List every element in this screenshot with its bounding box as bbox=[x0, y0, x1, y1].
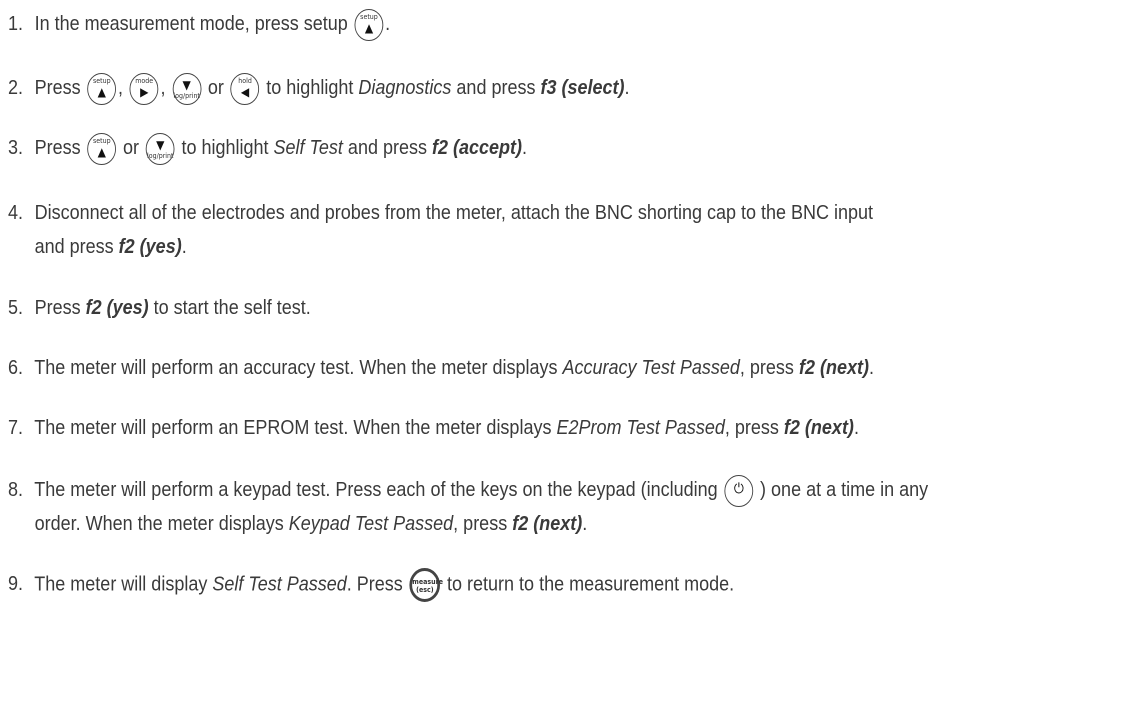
display-message: Self Test Passed bbox=[212, 573, 347, 596]
step-text: and press bbox=[456, 77, 536, 99]
hold-left-key-icon: hold ◀ bbox=[230, 72, 260, 105]
mode-right-key-icon: mode ▶ bbox=[129, 72, 159, 105]
softkey-name: f2 (accept) bbox=[431, 137, 523, 159]
step-text: . bbox=[868, 357, 874, 379]
softkey-name: f3 (select) bbox=[540, 77, 625, 99]
procedure-page: 1. In the measurement mode, press setup … bbox=[0, 0, 1144, 708]
softkey-name: f2 (next) bbox=[798, 357, 869, 379]
key-label: setup bbox=[360, 12, 378, 21]
step-text: The meter will display bbox=[34, 573, 208, 596]
step-text: The meter will perform an accuracy test.… bbox=[34, 357, 558, 379]
step-3: 3. Press setup ▲ or ▼ log/print to highl… bbox=[8, 132, 1025, 165]
step-text: ) one at a time in any bbox=[760, 479, 929, 501]
step-text: . bbox=[181, 236, 187, 258]
logprint-down-key-icon: ▼ log/print bbox=[145, 132, 175, 165]
setup-up-key-icon: setup ▲ bbox=[87, 132, 117, 165]
left-arrow-icon: ◀ bbox=[240, 84, 250, 99]
down-arrow-icon: ▼ bbox=[156, 137, 165, 152]
step-4-continued: and press f2 (yes). bbox=[8, 231, 1025, 263]
step-9: 9. The meter will display Self Test Pass… bbox=[8, 568, 1025, 602]
step-2: 2. Press setup ▲ , mode ▶ , ▼ log/print … bbox=[8, 72, 1025, 105]
step-8-continued: order. When the meter displays Keypad Te… bbox=[8, 508, 1025, 540]
step-number: 7. bbox=[8, 417, 24, 439]
key-label: log/print bbox=[173, 91, 200, 100]
measure-esc-key-icon: measure (esc) bbox=[409, 568, 444, 602]
down-arrow-icon: ▼ bbox=[182, 77, 191, 92]
step-number: 3. bbox=[8, 137, 24, 159]
step-text: . bbox=[582, 513, 588, 535]
step-7: 7. The meter will perform an EPROM test.… bbox=[8, 412, 1025, 444]
step-number: 2. bbox=[8, 77, 24, 99]
setup-up-key-icon: setup ▲ bbox=[354, 8, 384, 41]
step-1: 1. In the measurement mode, press setup … bbox=[8, 8, 1025, 41]
step-6: 6. The meter will perform an accuracy te… bbox=[8, 352, 1025, 384]
step-text: In the measurement mode, press setup bbox=[34, 13, 348, 35]
up-arrow-icon: ▲ bbox=[97, 84, 106, 99]
display-message: Keypad Test Passed bbox=[288, 513, 454, 535]
key-label: (esc) bbox=[416, 586, 434, 594]
step-text: Press bbox=[34, 297, 81, 319]
key-label: hold bbox=[238, 76, 252, 85]
step-text: order. When the meter displays bbox=[34, 513, 284, 535]
softkey-name: f2 (yes) bbox=[85, 297, 149, 319]
step-text: and press bbox=[34, 236, 114, 258]
power-backlight-icon: ⏻ bbox=[733, 480, 744, 497]
key-label: setup bbox=[93, 136, 111, 145]
step-text: Press bbox=[34, 77, 81, 99]
step-text: . Press bbox=[346, 573, 403, 596]
step-text: and press bbox=[347, 137, 427, 159]
step-text: . bbox=[853, 417, 859, 439]
menu-item-name: Self Test bbox=[273, 137, 343, 159]
menu-item-name: Diagnostics bbox=[358, 77, 452, 99]
step-number: 8. bbox=[8, 479, 24, 501]
step-text: Disconnect all of the electrodes and pro… bbox=[34, 202, 874, 224]
step-text: The meter will perform an EPROM test. Wh… bbox=[34, 417, 552, 439]
step-text: , press bbox=[739, 357, 794, 379]
logprint-down-key-icon: ▼ log/print bbox=[172, 72, 202, 105]
softkey-name: f2 (next) bbox=[783, 417, 854, 439]
display-message: E2Prom Test Passed bbox=[556, 417, 725, 439]
up-arrow-icon: ▲ bbox=[97, 144, 106, 159]
step-number: 4. bbox=[8, 202, 24, 224]
display-message: Accuracy Test Passed bbox=[562, 357, 740, 379]
power-backlight-key-icon: ⏻ bbox=[724, 474, 754, 507]
step-text: or bbox=[207, 77, 224, 99]
setup-up-key-icon: setup ▲ bbox=[87, 72, 117, 105]
key-label: setup bbox=[93, 76, 111, 85]
key-label: mode bbox=[135, 76, 154, 85]
separator: , bbox=[160, 77, 166, 99]
key-label: log/print bbox=[146, 151, 174, 160]
step-text: , press bbox=[453, 513, 508, 535]
step-text: The meter will perform a keypad test. Pr… bbox=[34, 479, 718, 501]
step-text: to highlight bbox=[266, 77, 354, 99]
step-text: , press bbox=[724, 417, 779, 439]
step-text: to start the self test. bbox=[153, 297, 311, 319]
step-number: 6. bbox=[8, 357, 24, 379]
softkey-name: f2 (yes) bbox=[118, 236, 182, 258]
separator: , bbox=[118, 77, 124, 99]
right-arrow-icon: ▶ bbox=[140, 84, 149, 99]
step-4: 4. Disconnect all of the electrodes and … bbox=[8, 197, 1025, 229]
up-arrow-icon: ▲ bbox=[364, 20, 374, 35]
step-text: or bbox=[123, 137, 140, 159]
step-5: 5. Press f2 (yes) to start the self test… bbox=[8, 292, 1025, 324]
step-text: . bbox=[385, 13, 391, 35]
key-label: measure bbox=[412, 578, 444, 586]
step-text: . bbox=[522, 137, 528, 159]
step-text: Press bbox=[34, 137, 81, 159]
step-number: 5. bbox=[8, 297, 24, 319]
step-number: 1. bbox=[8, 13, 24, 35]
step-text: to highlight bbox=[181, 137, 269, 159]
step-text: . bbox=[624, 77, 630, 99]
softkey-name: f2 (next) bbox=[512, 513, 583, 535]
step-8: 8. The meter will perform a keypad test.… bbox=[8, 474, 1025, 507]
step-text: to return to the measurement mode. bbox=[447, 573, 735, 596]
step-number: 9. bbox=[8, 573, 24, 596]
